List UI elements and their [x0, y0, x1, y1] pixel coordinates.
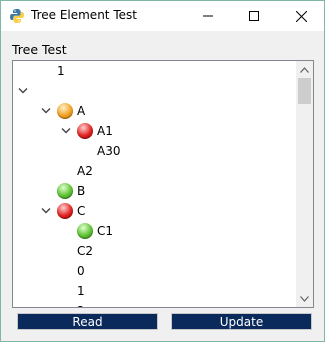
tree-item-a1[interactable]: A1 — [13, 121, 296, 141]
green-ball-icon — [77, 223, 93, 239]
minimize-button[interactable] — [185, 1, 231, 31]
app-window: Tree Element Test Tree Test 1 A A1 A30 A2 B C C… — [0, 0, 325, 342]
tree-item-label: A2 — [77, 164, 93, 178]
maximize-icon — [249, 11, 259, 21]
tree-item-c[interactable]: C — [13, 201, 296, 221]
tree-item-c2[interactable]: C2 — [13, 241, 296, 261]
chevron-down-icon[interactable] — [41, 207, 51, 215]
title-bar[interactable]: Tree Element Test — [1, 1, 324, 31]
tree-item-label: 1 — [77, 284, 85, 298]
close-button[interactable] — [278, 1, 324, 31]
vertical-scrollbar[interactable] — [296, 61, 313, 307]
tree-item-label: C2 — [77, 244, 94, 258]
tree-item-c1[interactable]: C1 — [13, 221, 296, 241]
tree-item-2[interactable]: 2 — [13, 301, 296, 307]
chevron-down-icon[interactable] — [41, 107, 51, 115]
tree-item-label: B — [77, 184, 86, 198]
scroll-down-button[interactable] — [296, 290, 313, 307]
chevron-down-icon[interactable] — [61, 127, 71, 135]
update-button[interactable]: Update — [171, 313, 312, 330]
tree-frame-label: Tree Test — [12, 42, 67, 57]
tree-item-label: A30 — [97, 144, 121, 158]
tree-item-a2[interactable]: A2 — [13, 161, 296, 181]
maximize-button[interactable] — [231, 1, 277, 31]
read-button[interactable]: Read — [17, 313, 158, 330]
tree-item-a30[interactable]: A30 — [13, 141, 296, 161]
tree-item-1[interactable]: 1 — [13, 61, 296, 81]
tree-item-label: A — [77, 104, 86, 118]
chevron-down-icon[interactable] — [18, 87, 28, 95]
tree-item-b[interactable]: B — [13, 181, 296, 201]
tree-item-0[interactable]: 0 — [13, 261, 296, 281]
orange-ball-icon — [57, 103, 73, 119]
red-ball-icon — [77, 123, 93, 139]
tree-item-label: C — [77, 204, 86, 218]
scrollbar-thumb[interactable] — [298, 78, 311, 104]
window-title: Tree Element Test — [31, 8, 137, 22]
tree-item-label: 1 — [57, 64, 65, 78]
scroll-up-button[interactable] — [296, 61, 313, 78]
tree-item-1b[interactable]: 1 — [13, 281, 296, 301]
tree-item-root-expander[interactable] — [13, 81, 296, 101]
minimize-icon — [203, 15, 213, 17]
tree-item-a[interactable]: A — [13, 101, 296, 121]
close-icon — [295, 10, 307, 22]
tree-item-label: 0 — [77, 264, 85, 278]
tree-item-label: C1 — [97, 224, 114, 238]
chevron-down-icon — [300, 295, 309, 302]
red-ball-icon — [57, 203, 73, 219]
tree-item-label: A1 — [97, 124, 113, 138]
python-icon — [10, 9, 24, 23]
green-ball-icon — [57, 183, 73, 199]
tree-item-label: 2 — [77, 301, 85, 307]
tree-view[interactable]: 1AA1A30A2BCC1C20123 — [12, 60, 314, 308]
chevron-up-icon — [300, 66, 309, 73]
